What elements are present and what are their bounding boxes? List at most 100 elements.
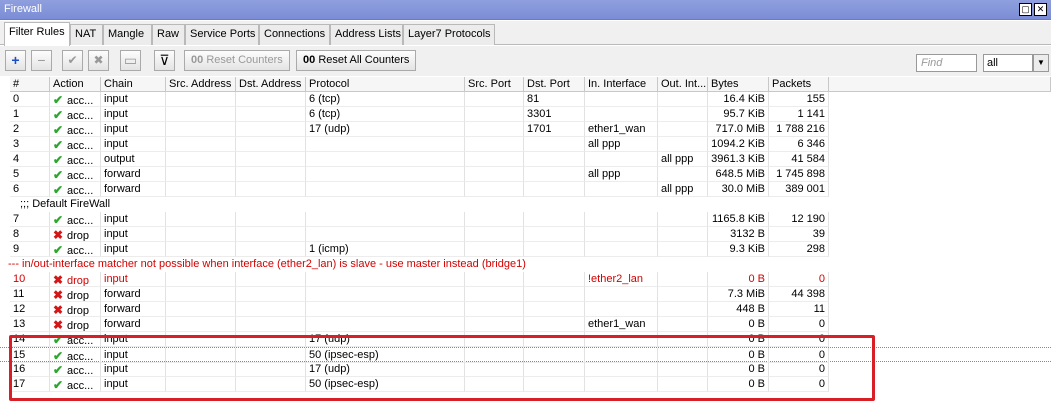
cell-src-address bbox=[166, 242, 236, 257]
table-row[interactable]: 5 ✔ acc... forward all ppp 648.5 MiB 1 745 898 bbox=[0, 167, 1051, 182]
find-input[interactable]: Find bbox=[916, 54, 977, 72]
cell-protocol: 50 (ipsec-esp) bbox=[306, 377, 465, 392]
comment-row[interactable]: ;;; Default FireWall bbox=[0, 197, 1051, 212]
disable-button[interactable]: ✖ bbox=[88, 50, 109, 71]
accept-check-icon: ✔ bbox=[53, 123, 64, 137]
cell-dst-port bbox=[524, 227, 585, 242]
column-header-bytes[interactable]: Bytes bbox=[708, 77, 769, 92]
cell-in-interface: !ether2_lan bbox=[585, 272, 658, 287]
column-header-index[interactable]: # bbox=[10, 77, 50, 92]
cell-dst-port bbox=[524, 377, 585, 392]
cell-out-interface bbox=[658, 362, 708, 377]
cell-protocol bbox=[306, 272, 465, 287]
column-header-dst-port[interactable]: Dst. Port bbox=[524, 77, 585, 92]
table-row[interactable]: 17 ✔ acc... input 50 (ipsec-esp) 0 B0 bbox=[0, 377, 1051, 392]
cell-dst-port bbox=[524, 332, 585, 347]
table-row[interactable]: 2 ✔ acc... input 17 (udp) 1701 ether1_wan 717.0… bbox=[0, 122, 1051, 137]
filter-select[interactable]: all bbox=[983, 54, 1033, 72]
cell-dst-address bbox=[236, 348, 306, 363]
cell-index: 6 bbox=[10, 182, 50, 197]
cell-in-interface bbox=[585, 212, 658, 227]
tab-layer7-protocols[interactable]: Layer7 Protocols bbox=[403, 24, 495, 45]
drop-x-icon: ✖ bbox=[53, 303, 64, 317]
table-row[interactable]: 13 ✖ drop forward ether1_wan 0 B0 bbox=[0, 317, 1051, 332]
cell-dst-address bbox=[236, 122, 306, 137]
close-button[interactable]: ✕ bbox=[1034, 3, 1047, 16]
cell-src-port bbox=[465, 302, 524, 317]
tab-connections[interactable]: Connections bbox=[259, 24, 330, 45]
cell-src-port bbox=[465, 92, 524, 107]
cell-bytes: 0 B bbox=[708, 272, 769, 287]
cell-dst-address bbox=[236, 137, 306, 152]
column-header-protocol[interactable]: Protocol bbox=[306, 77, 465, 92]
table-row[interactable]: 1 ✔ acc... input 6 (tcp) 3301 95.7 KiB 1 141 bbox=[0, 107, 1051, 122]
cell-protocol: 50 (ipsec-esp) bbox=[306, 348, 465, 363]
action-label: acc... bbox=[67, 245, 94, 257]
column-header-dst-address[interactable]: Dst. Address bbox=[236, 77, 306, 92]
tab-service-ports[interactable]: Service Ports bbox=[185, 24, 259, 45]
column-header-out-interface[interactable]: Out. Int... bbox=[658, 77, 708, 92]
cell-in-interface bbox=[585, 348, 658, 363]
table-row[interactable]: 3 ✔ acc... input all ppp 1094.2 KiB 6 346 bbox=[0, 137, 1051, 152]
table-row[interactable]: 4 ✔ acc... output all ppp 3961.3 KiB 41 584 bbox=[0, 152, 1051, 167]
cell-bytes: 3132 B bbox=[708, 227, 769, 242]
table-row[interactable]: 0 ✔ acc... input 6 (tcp) 81 16.4 KiB 155 bbox=[0, 92, 1051, 107]
cell-dst-address bbox=[236, 242, 306, 257]
column-header-in-interface[interactable]: In. Interface bbox=[585, 77, 658, 92]
action-label: acc... bbox=[67, 170, 94, 182]
table-row[interactable]: 11 ✖ drop forward 7.3 MiB 44 398 bbox=[0, 287, 1051, 302]
table-row[interactable]: 9 ✔ acc... input 1 (icmp) 9.3 KiB 298 bbox=[0, 242, 1051, 257]
cell-src-address bbox=[166, 272, 236, 287]
table-row[interactable]: 15 ✔ acc... input 50 (ipsec-esp) 0 B0 bbox=[0, 347, 1051, 363]
table-row[interactable]: 8 ✖ drop input 3132 B 39 bbox=[0, 227, 1051, 242]
cell-src-address bbox=[166, 377, 236, 392]
cell-bytes: 648.5 MiB bbox=[708, 167, 769, 182]
cell-src-port bbox=[465, 182, 524, 197]
column-header-action[interactable]: Action bbox=[50, 77, 101, 92]
table-row[interactable]: 6 ✔ acc... forward all ppp 30.0 MiB 389 001 bbox=[0, 182, 1051, 197]
cell-bytes: 0 B bbox=[708, 377, 769, 392]
table-row[interactable]: 14 ✔ acc... input 17 (udp) 0 B0 bbox=[0, 332, 1051, 347]
reset-all-counters-button[interactable]: 00 Reset All Counters bbox=[296, 50, 417, 71]
add-button[interactable]: + bbox=[5, 50, 26, 71]
action-label: drop bbox=[67, 320, 90, 332]
cell-action: ✔ acc... bbox=[50, 122, 101, 137]
chevron-down-icon[interactable]: ▼ bbox=[1033, 54, 1049, 72]
tab-mangle[interactable]: Mangle bbox=[103, 24, 152, 45]
cell-src-port bbox=[465, 167, 524, 182]
cell-index: 11 bbox=[10, 287, 50, 302]
column-header-src-address[interactable]: Src. Address bbox=[166, 77, 236, 92]
warning-row[interactable]: --- in/out-interface matcher not possibl… bbox=[0, 257, 1051, 272]
table-row[interactable]: 10 ✖ drop input !ether2_lan 0 B0 bbox=[0, 272, 1051, 287]
accept-check-icon: ✔ bbox=[53, 378, 64, 392]
action-label: drop bbox=[67, 305, 90, 317]
cell-index: 15 bbox=[10, 348, 50, 363]
reset-counters-prefix: 00 bbox=[191, 54, 204, 66]
filter-icon[interactable]: ⊽ bbox=[154, 50, 175, 71]
action-label: acc... bbox=[67, 365, 94, 377]
cell-src-port bbox=[465, 122, 524, 137]
tab-raw[interactable]: Raw bbox=[152, 24, 185, 45]
table-row[interactable]: 12 ✖ drop forward 448 B 11 bbox=[0, 302, 1051, 317]
cell-index: 3 bbox=[10, 137, 50, 152]
restore-button[interactable]: ▢ bbox=[1019, 3, 1032, 16]
table-row[interactable]: 7 ✔ acc... input 1165.8 KiB 12 190 bbox=[0, 212, 1051, 227]
cell-protocol bbox=[306, 227, 465, 242]
column-header-packets[interactable]: Packets bbox=[769, 77, 829, 92]
column-header-chain[interactable]: Chain bbox=[101, 77, 166, 92]
tab-address-lists[interactable]: Address Lists bbox=[330, 24, 403, 45]
tab-nat[interactable]: NAT bbox=[70, 24, 103, 45]
comment-button[interactable]: ▭ bbox=[120, 50, 141, 71]
reset-counters-button[interactable]: 00 Reset Counters bbox=[184, 50, 290, 71]
enable-button[interactable]: ✔ bbox=[62, 50, 83, 71]
cell-protocol: 1 (icmp) bbox=[306, 242, 465, 257]
cell-src-port bbox=[465, 287, 524, 302]
column-header-filler bbox=[829, 77, 1051, 92]
tab-filter-rules[interactable]: Filter Rules bbox=[4, 22, 70, 46]
cell-packets: 389 001 bbox=[769, 182, 829, 197]
cell-bytes: 0 B bbox=[708, 317, 769, 332]
remove-button[interactable]: − bbox=[31, 50, 52, 71]
table-row[interactable]: 16 ✔ acc... input 17 (udp) 0 B0 bbox=[0, 362, 1051, 377]
cell-chain: forward bbox=[101, 302, 166, 317]
column-header-src-port[interactable]: Src. Port bbox=[465, 77, 524, 92]
